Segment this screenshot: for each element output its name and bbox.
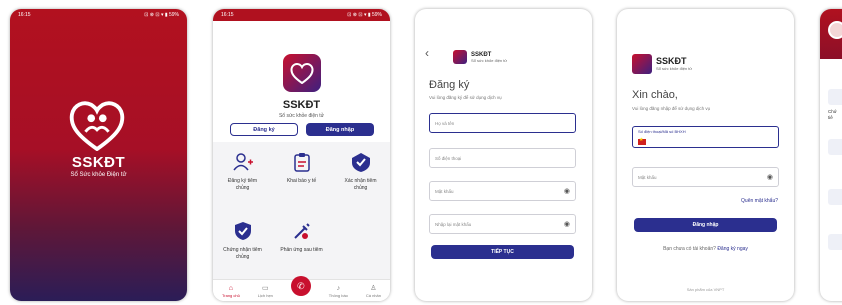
status-time: 16:15 [18,12,31,18]
login-button[interactable]: Đăng nhập [306,123,374,136]
app-mini-logo: SSKĐT Sổ sức khỏe điện tử [632,54,692,74]
partial-card[interactable] [828,189,842,205]
user-icon: ♙ [370,285,377,292]
nav-label: Thông báo [328,293,348,298]
phone-bhxh-label: Số điện thoại/Mã số BHXH [638,129,686,134]
status-time: 16:15 [221,12,234,18]
tile-health-declaration[interactable]: Khai báo y tế [272,142,331,211]
app-title: SSKĐT [282,99,321,111]
clipboard-icon [293,153,310,172]
back-arrow-icon[interactable]: ‹ [425,46,429,60]
page-title: Đăng ký [429,79,470,91]
app-subtitle: Sổ sức khỏe điện tử [278,113,325,119]
nav-label: Cá nhân [365,293,381,298]
app-sub: Sổ sức khỏe điện tử [471,57,508,63]
nav-call[interactable]: ✆ [290,276,311,298]
password-placeholder: Mật khẩu [638,174,657,180]
tile-vaccination-register[interactable]: Đăng ký tiêm chủng [213,142,272,211]
login-button[interactable]: Đăng nhập [634,218,777,232]
confirm-placeholder: Nhập lại mật khẩu [435,221,472,227]
heart-logo-icon [453,50,467,64]
register-prompt: Bạn chưa có tài khoản? Đăng ký ngay [617,246,794,252]
bottom-nav: ⌂ Trang chủ ▭ Lịch hẹn ✆ ♪ Thông báo ♙ Cá nh… [213,276,390,301]
heart-logo-icon [290,62,314,84]
home-screen: 16:15 ⊡ ⊗ ⊡ ▾ ▮ 59% SSKĐT Sổ sức khỏe đi… [213,9,390,301]
app-tagline: Sổ Sức khỏe Điện tử [70,172,127,178]
bell-icon: ♪ [336,285,341,292]
register-screen: ‹ SSKĐT Sổ sức khỏe điện tử Đăng ký Vui … [415,9,592,301]
partial-label: tiê [828,115,833,120]
user-add-icon [232,153,253,171]
partial-card[interactable] [828,89,842,105]
vietnam-flag-icon [638,137,646,145]
app-mini-logo: SSKĐT Sổ sức khỏe điện tử [453,50,507,64]
tile-post-vaccination-reaction[interactable]: Phản ứng sau tiêm [272,211,331,280]
password-placeholder: Mật khẩu [435,188,454,194]
nav-profile[interactable]: ♙ Cá nhân [366,285,381,298]
heart-logo-icon [69,101,125,151]
continue-button[interactable]: TIẾP TỤC [431,245,574,259]
phone-input[interactable]: Số điện thoại [429,148,576,168]
phone-bhxh-input[interactable]: Số điện thoại/Mã số BHXH [632,126,779,148]
nav-notifications[interactable]: ♪ Thông báo [329,285,348,298]
page-hint: Vui lòng đăng nhập để sử dụng dịch vụ [632,106,711,111]
page-hint: Vui lòng đăng ký để sử dụng dịch vụ [429,95,502,100]
tile-label: Xác nhận tiêm chủng [344,178,377,191]
splash-screen: 16:15 ⊡ ⊗ ⊡ ▾ ▮ 59% SSKĐT Sổ Sức khỏe Đi… [10,9,187,301]
nav-label: Lịch hẹn [257,293,273,298]
avatar [828,21,842,39]
status-icons: ⊡ ⊗ ⊡ ▾ ▮ 59% [144,12,179,18]
confirm-password-input[interactable]: Nhập lại mật khẩu ◉ [429,214,576,234]
status-bar: 16:15 ⊡ ⊗ ⊡ ▾ ▮ 59% [10,9,187,21]
phone-icon: ✆ [290,276,311,296]
password-input[interactable]: Mật khẩu ◉ [429,181,576,201]
tile-label: Khai báo y tế [286,178,317,184]
status-icons: ⊡ ⊗ ⊡ ▾ ▮ 59% [347,12,382,18]
app-brand: SSKĐT [71,154,126,171]
tile-vaccination-confirm[interactable]: Xác nhận tiêm chủng [331,142,390,211]
eye-icon[interactable]: ◉ [767,173,773,181]
partial-label: Chứ [828,109,837,114]
password-input[interactable]: Mật khẩu ◉ [632,167,779,187]
feature-grid: Đăng ký tiêm chủng Khai báo y tế Xác nhậ… [213,142,390,280]
calendar-icon: ▭ [262,285,269,292]
fullname-input[interactable]: Họ và tên [429,113,576,133]
app-sub: Sổ sức khỏe điện tử [656,66,693,71]
nav-home[interactable]: ⌂ Trang chủ [222,285,240,298]
heart-logo-icon [632,54,652,74]
partial-card[interactable] [828,139,842,155]
tile-label: Đăng ký tiêm chủng [227,178,258,191]
home-icon: ⌂ [228,285,234,292]
shield-check-icon [234,222,251,240]
page-title: Xin chào, [632,89,678,101]
eye-icon[interactable]: ◉ [564,187,570,195]
syringe-check-icon [351,153,370,172]
login-screen: SSKĐT Sổ sức khỏe điện tử Xin chào, Vui … [617,9,794,301]
footer-text: Sản phẩm của VNPT [686,287,725,292]
partial-card[interactable] [828,234,842,250]
app-name: SSKĐT [656,56,687,66]
nav-appointments[interactable]: ▭ Lịch hẹn [258,285,273,298]
eye-icon[interactable]: ◉ [564,220,570,228]
tile-label: Chứng nhận tiêm chủng [223,247,262,260]
register-button[interactable]: Đăng ký [230,123,298,136]
syringe-reaction-icon [293,223,310,239]
app-logo [283,54,321,92]
partial-screen: Chứ tiê [820,9,842,301]
nav-label: Trang chủ [221,293,240,298]
tile-label: Phản ứng sau tiêm [280,247,323,253]
forgot-password-link[interactable]: Quên mật khẩu? [741,198,778,204]
register-now-link[interactable]: Đăng ký ngay [717,246,748,252]
no-account-text: Bạn chưa có tài khoản? [663,246,716,252]
status-bar: 16:15 ⊡ ⊗ ⊡ ▾ ▮ 59% [213,9,390,21]
tile-vaccination-certificate[interactable]: Chứng nhận tiêm chủng [213,211,272,280]
